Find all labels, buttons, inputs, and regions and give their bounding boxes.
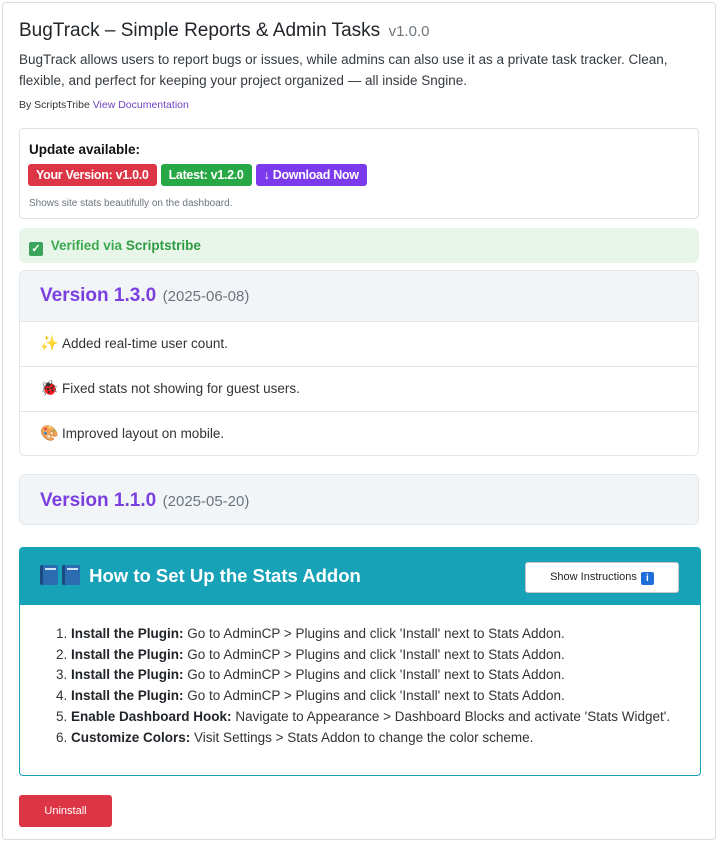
changelog-item-text: Improved layout on mobile. xyxy=(62,426,225,441)
bug-icon: 🐞 xyxy=(40,380,59,397)
verified-brand: Scriptstribe xyxy=(125,238,201,253)
step-label: Enable Dashboard Hook: xyxy=(71,708,232,724)
setup-step: 1. Install the Plugin: Go to AdminCP > P… xyxy=(56,624,686,645)
book-icon xyxy=(40,565,58,585)
author-byline: By ScriptsTribe View Documentation xyxy=(19,99,189,111)
step-text: Go to AdminCP > Plugins and click 'Insta… xyxy=(183,688,565,704)
plugin-title-row: BugTrack – Simple Reports & Admin Tasks … xyxy=(19,20,429,42)
changelog-item: ✨ Added real-time user count. xyxy=(20,321,698,366)
step-number: 4. xyxy=(56,688,68,704)
show-instructions-label: Show Instructions xyxy=(550,571,637,583)
step-label: Install the Plugin: xyxy=(71,626,184,641)
setup-instructions-title: How to Set Up the Stats Addon xyxy=(89,565,361,586)
version-badges: Your Version: v1.0.0 Latest: v1.2.0 ↓ Do… xyxy=(28,164,367,186)
step-text: Go to AdminCP > Plugins and click 'Insta… xyxy=(183,626,565,641)
step-number: 6. xyxy=(56,729,68,745)
setup-instructions-card: How to Set Up the Stats Addon Show Instr… xyxy=(19,547,701,776)
step-number: 2. xyxy=(56,646,68,662)
changelog-entry: Version 1.1.0 (2025-05-20) xyxy=(19,474,699,525)
changelog-item: 🐞 Fixed stats not showing for guest user… xyxy=(20,366,698,411)
update-available-box: Update available: Your Version: v1.0.0 L… xyxy=(19,128,699,219)
step-number: 3. xyxy=(56,667,68,683)
your-version-badge: Your Version: v1.0.0 xyxy=(28,164,157,186)
step-number: 1. xyxy=(56,626,68,641)
step-text: Go to AdminCP > Plugins and click 'Insta… xyxy=(183,646,565,662)
plugin-title: BugTrack – Simple Reports & Admin Tasks xyxy=(19,20,381,41)
update-note: Shows site stats beautifully on the dash… xyxy=(29,198,233,209)
changelog-date: (2025-05-20) xyxy=(162,493,250,510)
author-name: By ScriptsTribe xyxy=(19,99,90,111)
step-number: 5. xyxy=(56,708,68,724)
check-mark-icon: ✓ xyxy=(29,242,43,256)
changelog-date: (2025-06-08) xyxy=(162,288,250,305)
view-documentation-link[interactable]: View Documentation xyxy=(93,99,189,111)
step-text: Visit Settings > Stats Addon to change t… xyxy=(190,729,534,745)
show-instructions-button[interactable]: Show Instructions i xyxy=(525,562,679,593)
setup-step: 5. Enable Dashboard Hook: Navigate to Ap… xyxy=(56,707,686,728)
changelog-item-text: Fixed stats not showing for guest users. xyxy=(62,381,300,396)
setup-step: 4. Install the Plugin: Go to AdminCP > P… xyxy=(56,686,686,707)
changelog-item-text: Added real-time user count. xyxy=(62,336,228,351)
step-label: Customize Colors: xyxy=(71,729,191,745)
changelog-item: 🎨 Improved layout on mobile. xyxy=(20,411,698,455)
setup-instructions-header: How to Set Up the Stats Addon Show Instr… xyxy=(20,548,700,605)
plugin-details-panel: BugTrack – Simple Reports & Admin Tasks … xyxy=(2,2,716,840)
plugin-version: v1.0.0 xyxy=(388,23,430,40)
setup-step: 2. Install the Plugin: Go to AdminCP > P… xyxy=(56,645,686,666)
book-icon xyxy=(62,565,80,585)
uninstall-button[interactable]: Uninstall xyxy=(19,795,112,827)
changelog-header[interactable]: Version 1.3.0 (2025-06-08) xyxy=(20,271,698,321)
setup-steps-list: 1. Install the Plugin: Go to AdminCP > P… xyxy=(56,624,686,748)
palette-icon: 🎨 xyxy=(40,425,59,442)
changelog-header[interactable]: Version 1.1.0 (2025-05-20) xyxy=(20,475,698,524)
info-icon: i xyxy=(640,572,654,585)
setup-step: 3. Install the Plugin: Go to AdminCP > P… xyxy=(56,665,686,686)
verified-banner: ✓ Verified via Scriptstribe xyxy=(19,228,699,263)
changelog-entry: Version 1.3.0 (2025-06-08) ✨ Added real-… xyxy=(19,270,699,456)
sparkles-icon: ✨ xyxy=(40,335,59,352)
setup-instructions-title-row: How to Set Up the Stats Addon xyxy=(40,565,361,587)
changelog-version: Version 1.1.0 xyxy=(40,490,157,511)
latest-version-badge: Latest: v1.2.0 xyxy=(160,164,252,186)
plugin-description: BugTrack allows users to report bugs or … xyxy=(19,52,668,88)
download-now-button[interactable]: ↓ Download Now xyxy=(255,164,367,186)
update-title: Update available: xyxy=(29,142,141,157)
step-text: Go to AdminCP > Plugins and click 'Insta… xyxy=(183,667,565,683)
changelog-version: Version 1.3.0 xyxy=(40,285,157,306)
step-label: Install the Plugin: xyxy=(71,646,184,662)
step-text: Navigate to Appearance > Dashboard Block… xyxy=(231,708,671,724)
step-label: Install the Plugin: xyxy=(71,667,184,683)
step-label: Install the Plugin: xyxy=(71,688,184,704)
verified-label: Verified via xyxy=(50,238,123,253)
setup-step: 6. Customize Colors: Visit Settings > St… xyxy=(56,728,686,749)
